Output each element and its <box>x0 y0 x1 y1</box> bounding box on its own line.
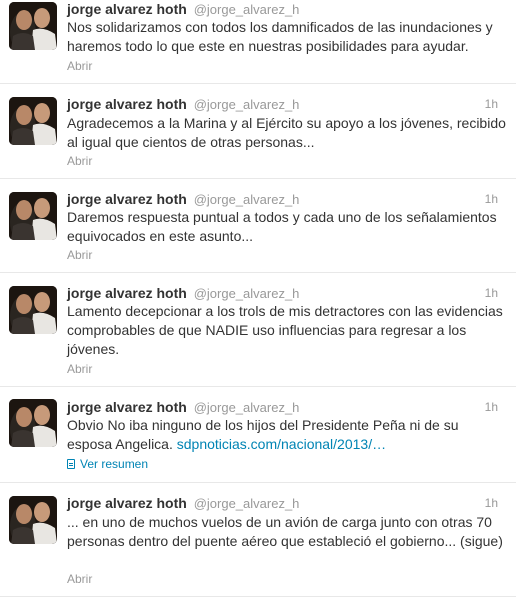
expand-link[interactable]: Abrir <box>67 248 92 262</box>
tweet[interactable]: jorge alvarez hoth @jorge_alvarez_h 1h D… <box>0 179 516 273</box>
avatar[interactable] <box>9 2 57 50</box>
tweet-header: jorge alvarez hoth @jorge_alvarez_h 1h <box>67 284 506 302</box>
tweet-timestamp[interactable]: 1h <box>485 398 498 416</box>
user-fullname[interactable]: jorge alvarez hoth <box>67 96 187 112</box>
tweet-text: Obvio No iba ninguno de los hijos del Pr… <box>67 416 506 454</box>
tweet-text: ... en uno de muchos vuelos de un avión … <box>67 514 503 549</box>
avatar-photo-icon <box>9 2 57 50</box>
view-summary-label: Ver resumen <box>80 457 149 471</box>
user-handle[interactable]: @jorge_alvarez_h <box>194 496 300 511</box>
user-fullname[interactable]: jorge alvarez hoth <box>67 399 187 415</box>
tweet-link[interactable]: sdpnoticias.com/nacional/2013/… <box>177 436 386 452</box>
expand-link[interactable]: Abrir <box>67 572 92 586</box>
avatar-photo-icon <box>9 192 57 240</box>
tweet[interactable]: jorge alvarez hoth @jorge_alvarez_h 1h .… <box>0 483 516 597</box>
user-handle[interactable]: @jorge_alvarez_h <box>194 400 300 415</box>
tweet-timestamp[interactable]: 1h <box>485 284 498 302</box>
user-handle[interactable]: @jorge_alvarez_h <box>194 2 300 17</box>
tweet-timeline: jorge alvarez hoth @jorge_alvarez_h Nos … <box>0 0 516 597</box>
tweet-header: jorge alvarez hoth @jorge_alvarez_h 1h <box>67 494 506 512</box>
view-summary-link[interactable]: Ver resumen <box>67 457 148 471</box>
tweet-timestamp[interactable]: 1h <box>485 190 498 208</box>
avatar[interactable] <box>9 192 57 240</box>
user-fullname[interactable]: jorge alvarez hoth <box>67 1 187 17</box>
user-fullname[interactable]: jorge alvarez hoth <box>67 285 187 301</box>
tweet-text: Nos solidarizamos con todos los damnific… <box>67 19 493 54</box>
tweet-header: jorge alvarez hoth @jorge_alvarez_h 1h <box>67 190 506 208</box>
tweet-header: jorge alvarez hoth @jorge_alvarez_h <box>67 0 506 18</box>
tweet[interactable]: jorge alvarez hoth @jorge_alvarez_h 1h O… <box>0 387 516 483</box>
avatar[interactable] <box>9 496 57 544</box>
expand-link[interactable]: Abrir <box>67 362 92 376</box>
tweet-timestamp[interactable]: 1h <box>485 95 498 113</box>
avatar-photo-icon <box>9 97 57 145</box>
expand-link[interactable]: Abrir <box>67 59 92 73</box>
tweet-timestamp[interactable]: 1h <box>485 494 498 512</box>
user-fullname[interactable]: jorge alvarez hoth <box>67 495 187 511</box>
user-handle[interactable]: @jorge_alvarez_h <box>194 97 300 112</box>
tweet-header: jorge alvarez hoth @jorge_alvarez_h 1h <box>67 95 506 113</box>
document-icon <box>67 459 75 469</box>
tweet-header: jorge alvarez hoth @jorge_alvarez_h 1h <box>67 398 506 416</box>
user-handle[interactable]: @jorge_alvarez_h <box>194 192 300 207</box>
avatar-photo-icon <box>9 399 57 447</box>
user-handle[interactable]: @jorge_alvarez_h <box>194 286 300 301</box>
tweet[interactable]: jorge alvarez hoth @jorge_alvarez_h Nos … <box>0 0 516 84</box>
avatar-photo-icon <box>9 496 57 544</box>
avatar[interactable] <box>9 399 57 447</box>
tweet-text: Lamento decepcionar a los trols de mis d… <box>67 303 503 357</box>
tweet[interactable]: jorge alvarez hoth @jorge_alvarez_h 1h A… <box>0 84 516 179</box>
avatar[interactable] <box>9 286 57 334</box>
avatar[interactable] <box>9 97 57 145</box>
tweet-text: Daremos respuesta puntual a todos y cada… <box>67 209 497 244</box>
avatar-photo-icon <box>9 286 57 334</box>
expand-link[interactable]: Abrir <box>67 154 92 168</box>
tweet-text: Agradecemos a la Marina y al Ejército su… <box>67 115 506 150</box>
user-fullname[interactable]: jorge alvarez hoth <box>67 191 187 207</box>
tweet[interactable]: jorge alvarez hoth @jorge_alvarez_h 1h L… <box>0 273 516 387</box>
